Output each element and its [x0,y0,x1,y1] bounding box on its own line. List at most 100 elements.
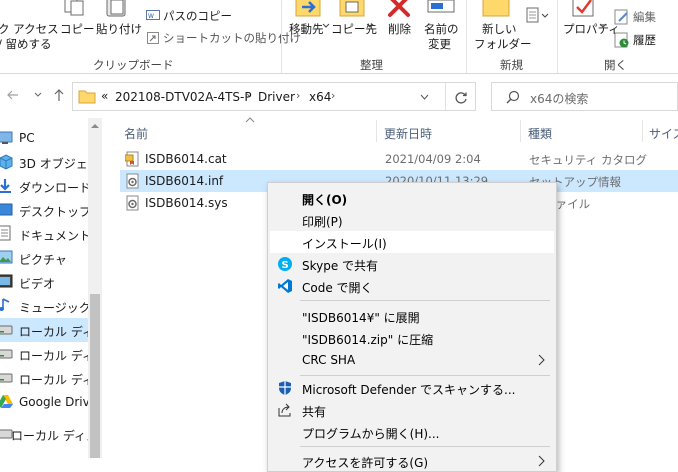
drive-icon [0,325,13,335]
menu-item-defender-scan[interactable]: Microsoft Defender でスキャンする... [270,377,554,399]
new-folder-button-line2[interactable]: フォルダー [474,37,532,51]
menu-item-label: プログラムから開く(H)... [302,427,440,441]
properties-icon [572,0,594,17]
group-label-new: 新規 [500,58,523,72]
sort-ascending-icon [245,117,255,123]
menu-item-install[interactable]: インストール(I) [270,231,554,253]
breadcrumb-item-1[interactable]: 202108-DTV02A-4TS-P [115,90,252,104]
group-label-clipboard: クリップボード [93,58,174,72]
rename-button-line1[interactable]: 名前の [424,22,459,36]
search-box[interactable]: x64の検索 [491,82,678,111]
new-item-icon [526,7,539,23]
video-icon [0,274,13,288]
column-header-type[interactable]: 種類 [528,125,552,142]
nav-item-label: ダウンロード [19,181,92,195]
menu-item-grant-access[interactable]: アクセスを許可する(G) [270,450,554,472]
properties-dropdown-icon [599,23,607,28]
paste-button[interactable]: 貼り付け [96,22,142,36]
breadcrumb-item-2[interactable]: Driver [258,90,295,104]
vscode-icon [278,279,292,293]
file-name: ISDB6014.inf [145,174,224,188]
copy-button[interactable]: コピー [60,22,95,36]
copy-to-dropdown-icon [366,23,374,28]
menu-item-print[interactable]: 印刷(P) [270,209,554,231]
nav-item-desktop[interactable]: デスクトップ [0,198,91,222]
up-arrow-icon[interactable] [52,88,66,102]
nav-item-3d-objects[interactable]: 3D オブジェクト [0,150,112,174]
breadcrumb-item-3[interactable]: x64 [309,90,331,104]
share-icon [278,403,291,417]
file-name: ISDB6014.cat [145,152,227,166]
column-divider[interactable] [642,120,643,142]
navigation-pane: PC 3D オブジェクト ダウンロード デスクトップ ドキュメント ピクチャ ビ… [0,118,118,458]
nav-item-label: ドキュメント [19,229,92,243]
menu-item-label: 共有 [302,405,327,419]
pc-icon [0,131,13,144]
menu-item-code-open[interactable]: Code で開く [270,275,554,297]
scroll-up-icon[interactable] [91,123,99,129]
recent-locations-dropdown-icon[interactable] [34,91,42,99]
menu-item-open-with[interactable]: プログラムから開く(H)... [270,421,554,443]
column-header-size[interactable]: サイズ [649,125,678,142]
cube-icon [0,154,13,170]
nav-item-google-drive[interactable]: Google Drive [0,390,97,414]
nav-item-videos[interactable]: ビデオ [0,270,88,294]
submenu-arrow-icon [538,455,545,467]
menu-item-label: "ISDB6014¥" に展開 [302,311,420,325]
nav-item-downloads[interactable]: ダウンロード [0,174,92,198]
column-divider[interactable] [520,120,521,142]
copy-path-button[interactable]: パスのコピー [163,9,232,23]
file-date: 2021/04/09 2:04 [385,152,481,166]
delete-button[interactable]: 削除 [388,22,411,36]
edit-button[interactable]: 編集 [633,10,656,24]
address-overflow[interactable]: « [101,89,108,103]
nav-item-documents[interactable]: ドキュメント [0,222,92,246]
breadcrumb-separator-icon[interactable]: › [246,89,250,102]
column-header-modified[interactable]: 更新日時 [384,125,432,142]
file-name: ISDB6014.sys [145,196,228,210]
menu-item-label: Code で開く [302,281,373,295]
properties-button[interactable]: プロパティ [563,22,620,36]
back-arrow-icon[interactable] [6,88,20,102]
nav-item-local-disk-selected[interactable]: ローカル ディスク [0,318,118,342]
menu-item-skype-share[interactable]: S Skype で共有 [270,253,554,275]
new-folder-button-line1[interactable]: 新しい [482,22,517,36]
menu-item-share[interactable]: 共有 [270,399,554,421]
nav-item-local-disk[interactable]: ローカル ディスク [0,366,118,390]
nav-item-label: ミュージック [19,301,91,315]
nav-item-pc[interactable]: PC [0,126,88,150]
group-label-open: 開く [604,58,627,72]
address-bar[interactable]: « 202108-DTV02A-4TS-P › Driver › x64 › [72,82,476,111]
menu-item-extract[interactable]: "ISDB6014¥" に展開 [270,305,554,327]
folder-icon [78,90,96,104]
rename-button-line2[interactable]: 変更 [428,37,451,51]
menu-item-label: Skype で共有 [302,259,379,273]
menu-item-label: "ISDB6014.zip" に圧縮 [302,333,434,347]
column-divider[interactable] [376,120,377,142]
download-icon [0,179,11,193]
column-header-name[interactable]: 名前 [124,125,148,142]
file-type: セキュリティ カタログ [529,153,647,167]
move-to-button[interactable]: 移動先 [289,22,324,36]
menu-item-crc-sha[interactable]: CRC SHA [270,349,554,371]
ribbon-pin-label-2[interactable]: / 留めする [0,37,52,51]
nav-item-local-disk[interactable]: ローカル ディスク [0,342,118,366]
nav-item-music[interactable]: ミュージック [0,294,91,318]
menu-item-label: アクセスを許可する(G) [302,456,429,470]
menu-item-compress[interactable]: "ISDB6014.zip" に圧縮 [270,327,554,349]
nav-scrollbar-thumb[interactable] [90,294,100,458]
breadcrumb-separator-icon[interactable]: › [331,89,335,102]
nav-item-pictures[interactable]: ピクチャ [0,246,88,270]
breadcrumb-separator-icon[interactable]: › [296,89,300,102]
address-dropdown-icon[interactable] [420,94,429,101]
menu-item-open[interactable]: 開く(O) [270,187,554,209]
paste-icon [106,0,126,17]
ribbon-pin-label-1[interactable]: ク アクセス [0,22,59,36]
search-input[interactable]: x64の検索 [530,90,588,107]
refresh-icon[interactable] [454,90,468,104]
history-button[interactable]: 履歴 [633,33,656,47]
defender-icon [279,381,291,395]
drive-icon [0,349,13,359]
file-row[interactable]: ISDB6014.cat 2021/04/09 2:04 セキュリティ カタログ [120,148,678,170]
nav-item-local-disk[interactable]: ローカル ディスク [0,422,110,446]
